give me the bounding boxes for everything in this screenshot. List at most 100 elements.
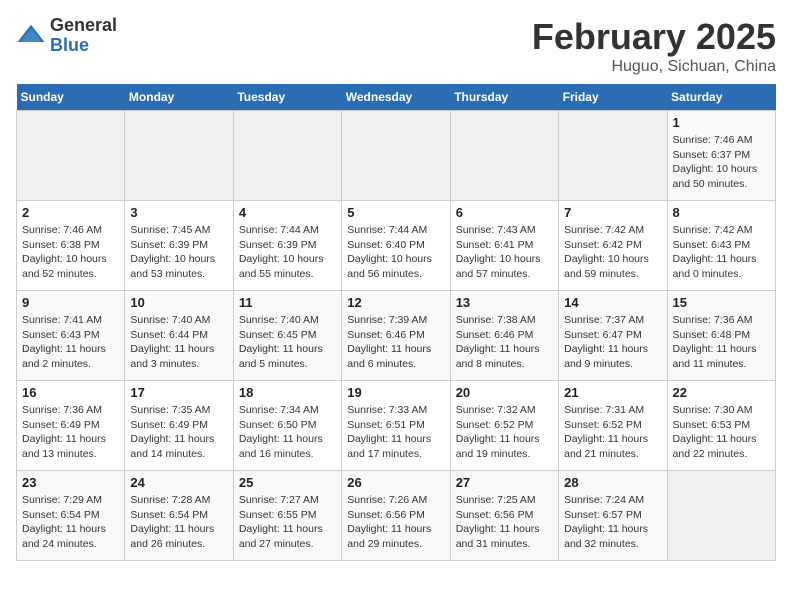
day-number: 2 <box>22 205 119 220</box>
day-info: Sunrise: 7:26 AM Sunset: 6:56 PM Dayligh… <box>347 493 444 552</box>
calendar-week-row: 16Sunrise: 7:36 AM Sunset: 6:49 PM Dayli… <box>17 381 776 471</box>
calendar-cell: 5Sunrise: 7:44 AM Sunset: 6:40 PM Daylig… <box>342 201 450 291</box>
calendar-cell: 12 Sunrise: 7:39 AM Sunset: 6:46 PM Dayli… <box>342 291 450 381</box>
day-info: Sunrise: 7:35 AM Sunset: 6:49 PM Dayligh… <box>130 403 227 462</box>
day-number: 9 <box>22 295 119 310</box>
calendar-cell: 16Sunrise: 7:36 AM Sunset: 6:49 PM Dayli… <box>17 381 125 471</box>
logo-icon <box>16 21 46 51</box>
calendar-cell <box>233 111 341 201</box>
day-number: 7 <box>564 205 661 220</box>
day-number: 13 <box>456 295 553 310</box>
logo-blue-text: Blue <box>50 36 117 56</box>
calendar-cell: 8 Sunrise: 7:42 AM Sunset: 6:43 PM Daylig… <box>667 201 775 291</box>
day-info: Sunrise: 7:33 AM Sunset: 6:51 PM Dayligh… <box>347 403 444 462</box>
day-number: 20 <box>456 385 553 400</box>
day-info: Sunrise: 7:25 AM Sunset: 6:56 PM Dayligh… <box>456 493 553 552</box>
day-info: Sunrise: 7:43 AM Sunset: 6:41 PM Dayligh… <box>456 223 553 282</box>
day-info: Sunrise: 7:45 AM Sunset: 6:39 PM Dayligh… <box>130 223 227 282</box>
day-info: Sunrise: 7:40 AM Sunset: 6:44 PM Dayligh… <box>130 313 227 372</box>
day-info: Sunrise: 7:30 AM Sunset: 6:53 PM Dayligh… <box>673 403 770 462</box>
day-info: Sunrise: 7:31 AM Sunset: 6:52 PM Dayligh… <box>564 403 661 462</box>
title-block: February 2025 Huguo, Sichuan, China <box>532 16 776 76</box>
calendar-cell: 11 Sunrise: 7:40 AM Sunset: 6:45 PM Dayli… <box>233 291 341 381</box>
day-number: 22 <box>673 385 770 400</box>
day-number: 26 <box>347 475 444 490</box>
day-info: Sunrise: 7:42 AM Sunset: 6:42 PM Dayligh… <box>564 223 661 282</box>
calendar-cell: 2 Sunrise: 7:46 AM Sunset: 6:38 PM Daylig… <box>17 201 125 291</box>
calendar-subtitle: Huguo, Sichuan, China <box>532 58 776 76</box>
logo: General Blue <box>16 16 117 56</box>
day-number: 12 <box>347 295 444 310</box>
calendar-cell: 4 Sunrise: 7:44 AM Sunset: 6:39 PM Daylig… <box>233 201 341 291</box>
calendar-cell: 7 Sunrise: 7:42 AM Sunset: 6:42 PM Daylig… <box>559 201 667 291</box>
calendar-cell <box>342 111 450 201</box>
calendar-cell: 17 Sunrise: 7:35 AM Sunset: 6:49 PM Dayli… <box>125 381 233 471</box>
calendar-cell: 26 Sunrise: 7:26 AM Sunset: 6:56 PM Dayli… <box>342 471 450 561</box>
day-info: Sunrise: 7:40 AM Sunset: 6:45 PM Dayligh… <box>239 313 336 372</box>
calendar-week-row: 23 Sunrise: 7:29 AM Sunset: 6:54 PM Dayli… <box>17 471 776 561</box>
calendar-cell: 10 Sunrise: 7:40 AM Sunset: 6:44 PM Dayli… <box>125 291 233 381</box>
calendar-table: SundayMondayTuesdayWednesdayThursdayFrid… <box>16 84 776 561</box>
day-number: 21 <box>564 385 661 400</box>
weekday-header-row: SundayMondayTuesdayWednesdayThursdayFrid… <box>17 84 776 111</box>
calendar-title: February 2025 <box>532 16 776 58</box>
calendar-cell <box>667 471 775 561</box>
day-info: Sunrise: 7:37 AM Sunset: 6:47 PM Dayligh… <box>564 313 661 372</box>
day-number: 14 <box>564 295 661 310</box>
calendar-header: General Blue February 2025 Huguo, Sichua… <box>16 16 776 76</box>
calendar-cell: 24Sunrise: 7:28 AM Sunset: 6:54 PM Dayli… <box>125 471 233 561</box>
day-number: 4 <box>239 205 336 220</box>
calendar-cell: 21 Sunrise: 7:31 AM Sunset: 6:52 PM Dayli… <box>559 381 667 471</box>
calendar-week-row: 1 Sunrise: 7:46 AM Sunset: 6:37 PM Daylig… <box>17 111 776 201</box>
calendar-cell: 28 Sunrise: 7:24 AM Sunset: 6:57 PM Dayli… <box>559 471 667 561</box>
calendar-cell: 13 Sunrise: 7:38 AM Sunset: 6:46 PM Dayli… <box>450 291 558 381</box>
day-number: 3 <box>130 205 227 220</box>
day-info: Sunrise: 7:46 AM Sunset: 6:37 PM Dayligh… <box>673 133 770 192</box>
day-info: Sunrise: 7:36 AM Sunset: 6:48 PM Dayligh… <box>673 313 770 372</box>
weekday-header: Tuesday <box>233 84 341 111</box>
weekday-header: Thursday <box>450 84 558 111</box>
day-number: 8 <box>673 205 770 220</box>
day-number: 11 <box>239 295 336 310</box>
day-info: Sunrise: 7:44 AM Sunset: 6:39 PM Dayligh… <box>239 223 336 282</box>
day-number: 10 <box>130 295 227 310</box>
calendar-cell <box>450 111 558 201</box>
calendar-cell: 23 Sunrise: 7:29 AM Sunset: 6:54 PM Dayli… <box>17 471 125 561</box>
weekday-header: Friday <box>559 84 667 111</box>
day-number: 6 <box>456 205 553 220</box>
day-number: 1 <box>673 115 770 130</box>
day-number: 19 <box>347 385 444 400</box>
day-number: 16 <box>22 385 119 400</box>
calendar-week-row: 9Sunrise: 7:41 AM Sunset: 6:43 PM Daylig… <box>17 291 776 381</box>
weekday-header: Sunday <box>17 84 125 111</box>
day-number: 28 <box>564 475 661 490</box>
calendar-cell <box>559 111 667 201</box>
day-number: 25 <box>239 475 336 490</box>
day-number: 27 <box>456 475 553 490</box>
calendar-cell: 14 Sunrise: 7:37 AM Sunset: 6:47 PM Dayli… <box>559 291 667 381</box>
day-number: 5 <box>347 205 444 220</box>
calendar-cell: 19 Sunrise: 7:33 AM Sunset: 6:51 PM Dayli… <box>342 381 450 471</box>
calendar-cell <box>125 111 233 201</box>
calendar-cell: 15 Sunrise: 7:36 AM Sunset: 6:48 PM Dayli… <box>667 291 775 381</box>
day-info: Sunrise: 7:32 AM Sunset: 6:52 PM Dayligh… <box>456 403 553 462</box>
day-number: 23 <box>22 475 119 490</box>
calendar-cell: 22 Sunrise: 7:30 AM Sunset: 6:53 PM Dayli… <box>667 381 775 471</box>
calendar-cell: 6 Sunrise: 7:43 AM Sunset: 6:41 PM Daylig… <box>450 201 558 291</box>
day-info: Sunrise: 7:42 AM Sunset: 6:43 PM Dayligh… <box>673 223 770 282</box>
day-info: Sunrise: 7:27 AM Sunset: 6:55 PM Dayligh… <box>239 493 336 552</box>
day-info: Sunrise: 7:38 AM Sunset: 6:46 PM Dayligh… <box>456 313 553 372</box>
weekday-header: Saturday <box>667 84 775 111</box>
calendar-cell: 20 Sunrise: 7:32 AM Sunset: 6:52 PM Dayli… <box>450 381 558 471</box>
day-info: Sunrise: 7:46 AM Sunset: 6:38 PM Dayligh… <box>22 223 119 282</box>
calendar-week-row: 2 Sunrise: 7:46 AM Sunset: 6:38 PM Daylig… <box>17 201 776 291</box>
calendar-cell: 27 Sunrise: 7:25 AM Sunset: 6:56 PM Dayli… <box>450 471 558 561</box>
day-number: 17 <box>130 385 227 400</box>
day-number: 15 <box>673 295 770 310</box>
day-info: Sunrise: 7:39 AM Sunset: 6:46 PM Dayligh… <box>347 313 444 372</box>
day-info: Sunrise: 7:28 AM Sunset: 6:54 PM Dayligh… <box>130 493 227 552</box>
day-info: Sunrise: 7:29 AM Sunset: 6:54 PM Dayligh… <box>22 493 119 552</box>
weekday-header: Monday <box>125 84 233 111</box>
day-info: Sunrise: 7:24 AM Sunset: 6:57 PM Dayligh… <box>564 493 661 552</box>
logo-general-text: General <box>50 16 117 36</box>
